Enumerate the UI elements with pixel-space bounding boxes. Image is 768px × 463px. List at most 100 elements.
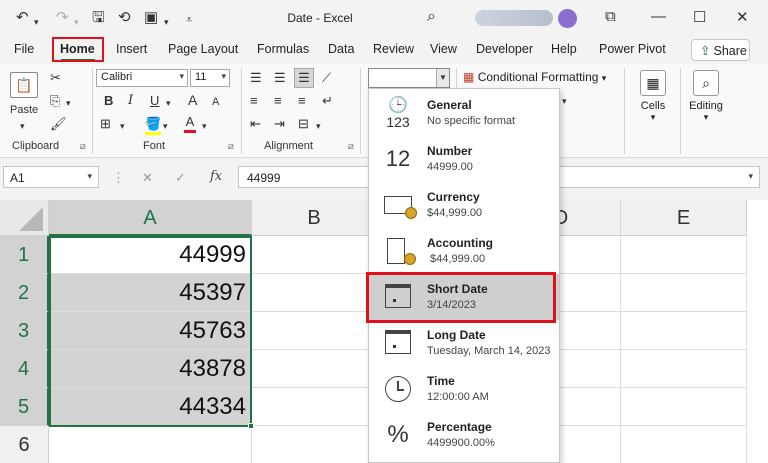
cell-e3[interactable] [621,312,747,350]
tab-file[interactable]: File [14,42,34,56]
row-header-2[interactable]: 2 [0,274,49,312]
row-header-1[interactable]: 1 [0,236,49,274]
share-button[interactable]: ⇪ Share [691,39,750,61]
tab-page-layout[interactable]: Page Layout [168,42,238,56]
column-header-b[interactable]: B [252,200,377,236]
paste-label[interactable]: Paste [10,102,38,118]
format-option-time[interactable]: Time 12:00:00 AM [369,366,559,412]
column-header-e[interactable]: E [621,200,747,236]
bold-button[interactable]: B [104,93,113,109]
tab-developer[interactable]: Developer [476,42,533,56]
font-launcher-icon[interactable]: ⧄ [228,141,234,152]
borders-dropdown-icon[interactable]: ▾ [120,118,125,134]
decrease-font-button[interactable]: A [212,94,219,110]
cell-e6[interactable] [621,426,747,463]
tab-help[interactable]: Help [551,42,577,56]
cell-e1[interactable] [621,236,747,274]
font-color-button[interactable]: A [184,114,196,133]
row-header-4[interactable]: 4 [0,350,49,388]
fill-color-dropdown-icon[interactable]: ▾ [163,118,168,134]
orientation-icon[interactable]: ⟋ [322,70,331,86]
enter-icon[interactable]: ✓ [175,170,186,186]
minimize-icon[interactable]: — [651,8,666,25]
align-left-icon[interactable]: ≡ [250,93,258,109]
cell-e5[interactable] [621,388,747,426]
cell-b6[interactable] [252,426,377,463]
cell-d6[interactable] [560,426,621,463]
cell-d1[interactable] [560,236,621,274]
tab-view[interactable]: View [430,42,457,56]
format-option-number[interactable]: 12 Number 44999.00 [369,136,559,182]
align-center-icon[interactable]: ≡ [274,93,282,109]
format-option-percentage[interactable]: % Percentage 4499900.00% [369,412,559,458]
format-option-currency[interactable]: Currency $44,999.00 [369,182,559,228]
format-option-general[interactable]: 🕒 123 General No specific format [369,90,559,136]
row-header-3[interactable]: 3 [0,312,49,350]
underline-dropdown-icon[interactable]: ▾ [166,95,171,111]
align-right-icon[interactable]: ≡ [298,93,306,109]
cell-e2[interactable] [621,274,747,312]
cell-d2[interactable] [560,274,621,312]
alignment-launcher-icon[interactable]: ⧄ [348,141,354,152]
ribbon-display-icon[interactable]: ⧉ [605,8,616,25]
close-icon[interactable]: ✕ [736,8,749,26]
font-name-box[interactable]: Calibri ▾ [96,69,188,87]
underline-button[interactable]: U [150,93,159,109]
cell-b2[interactable] [252,274,377,312]
fill-color-icon[interactable]: 🪣 [145,116,162,135]
search-icon[interactable]: ⌕ [427,8,436,26]
cells-button[interactable]: ▦ Cells ▾ [631,70,675,123]
name-box[interactable]: A1 ▾ [3,166,99,188]
fill-handle[interactable] [248,423,254,429]
increase-font-button[interactable]: A [188,92,197,108]
font-size-box[interactable]: 11 ▾ [190,69,230,87]
format-option-long-date[interactable]: Long Date Tuesday, March 14, 2023 [369,320,559,366]
cell-b5[interactable] [252,388,377,426]
paste-icon[interactable]: 📋 [10,72,38,98]
merge-dropdown-icon[interactable]: ▾ [316,118,321,134]
number-format-box[interactable]: ▼ [368,68,450,88]
conditional-formatting-button[interactable]: ▦ Conditional Formatting ▾ [463,70,606,84]
align-bottom-icon[interactable]: ☰ [294,68,314,88]
row-header-5[interactable]: 5 [0,388,49,426]
column-header-a[interactable]: A [49,200,252,236]
increase-indent-icon[interactable]: ⇥ [274,116,285,132]
cut-icon[interactable]: ✂ [50,70,61,86]
editing-button[interactable]: ⌕ Editing ▾ [684,70,728,123]
cell-a6[interactable] [49,426,252,463]
format-painter-icon[interactable]: 🖌 [50,116,67,132]
tab-power-pivot[interactable]: Power Pivot [599,42,666,56]
wrap-text-icon[interactable]: ↵ [322,93,333,109]
account-name[interactable] [475,10,553,26]
cell-e4[interactable] [621,350,747,388]
font-color-dropdown-icon[interactable]: ▾ [202,118,207,134]
borders-icon[interactable]: ⊞ [100,116,111,132]
cell-b4[interactable] [252,350,377,388]
cell-d5[interactable] [560,388,621,426]
align-middle-icon[interactable]: ☰ [274,70,286,86]
decrease-indent-icon[interactable]: ⇤ [250,116,261,132]
clipboard-launcher-icon[interactable]: ⧄ [80,141,86,152]
copy-dropdown-icon[interactable]: ▾ [66,95,71,111]
chevron-down-icon[interactable]: ▼ [436,69,449,87]
insert-function-button[interactable]: fx [210,169,222,184]
tab-data[interactable]: Data [328,42,354,56]
align-top-icon[interactable]: ☰ [250,70,262,86]
maximize-icon[interactable]: ☐ [693,8,706,26]
merge-center-icon[interactable]: ⊟ [298,116,309,132]
tab-insert[interactable]: Insert [116,42,147,56]
tab-formulas[interactable]: Formulas [257,42,309,56]
tab-review[interactable]: Review [373,42,414,56]
cell-b1[interactable] [252,236,377,274]
italic-button[interactable]: I [128,93,133,109]
row-header-6[interactable]: 6 [0,426,49,463]
cell-b3[interactable] [252,312,377,350]
cell-d3[interactable] [560,312,621,350]
cell-d4[interactable] [560,350,621,388]
copy-icon[interactable]: ⎘ [50,93,60,109]
paste-dropdown-icon[interactable]: ▾ [20,118,25,134]
cancel-icon[interactable]: ✕ [142,170,153,186]
chevron-down-icon[interactable]: ▾ [748,171,753,182]
avatar[interactable] [558,9,577,28]
format-as-table-dropdown-icon[interactable]: ▾ [562,93,567,109]
